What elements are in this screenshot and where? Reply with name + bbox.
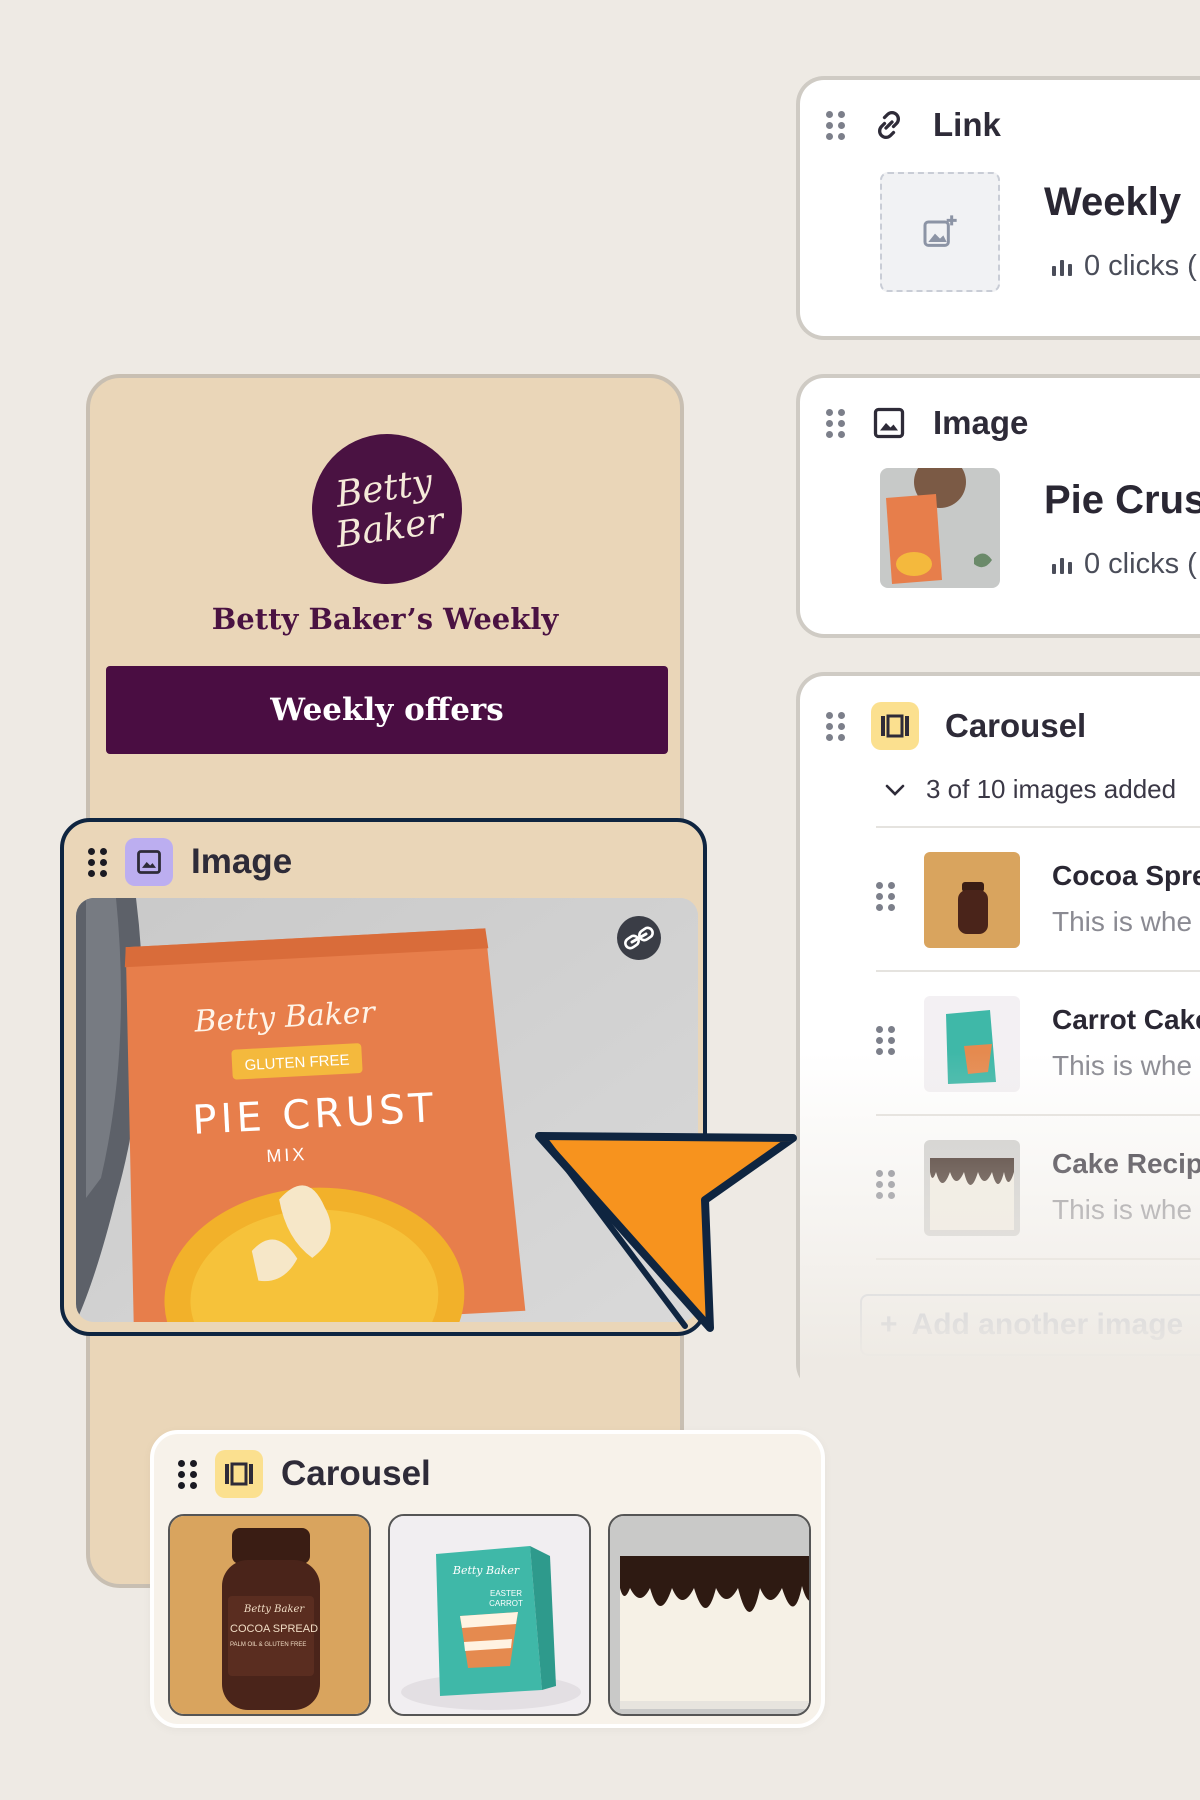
carousel-icon [871,702,919,750]
image-block-title: Image [191,842,293,881]
carousel-block-header: Carousel [178,1450,431,1498]
drag-handle-icon[interactable] [88,847,107,877]
drag-handle-icon[interactable] [826,408,845,438]
link-card-heading: Weekly [1044,180,1182,224]
drag-handle-icon[interactable] [178,1459,197,1489]
image-icon [873,407,905,439]
carousel-item-name: Cocoa Spre [1052,860,1200,891]
link-icon [878,111,900,139]
add-image-icon [923,215,957,247]
drag-handle-icon[interactable] [826,711,845,741]
profile-title: Betty Baker’s Weekly [211,602,559,636]
drag-handle-icon[interactable] [876,1026,895,1055]
carousel-block-title: Carousel [281,1454,431,1493]
image-card[interactable]: Image Pie Crus 0 clicks ( [796,374,1200,638]
carousel-item[interactable]: Carrot Cake This is whe [876,970,1200,1114]
cocoa-thumbnail [924,852,1020,948]
carousel-block[interactable]: Carousel Betty Baker COCOA SPREAD PALM O… [150,1430,825,1728]
pie-crust-thumbnail [880,468,1000,588]
chevron-down-icon [885,784,905,796]
carrot-label1: EASTER [490,1589,522,1598]
link-card-clicks-text: 0 clicks ( [1084,250,1197,282]
carousel-thumb-cocoa[interactable]: Betty Baker COCOA SPREAD PALM OIL & GLUT… [168,1514,371,1716]
weekly-offers-button[interactable]: Weekly offers [106,666,668,754]
image-card-header: Image [826,404,1028,442]
add-thumbnail-button[interactable] [880,172,1000,292]
carousel-item[interactable]: Cake Recip This is whe [876,1114,1200,1258]
carrot-label2: CARROT [489,1599,523,1608]
product-sub: MIX [266,1144,308,1166]
carousel-thumb-cake[interactable] [608,1514,811,1716]
carousel-item[interactable]: Cocoa Spre This is whe [876,826,1200,970]
carousel-item-name: Cake Recip [1052,1148,1200,1179]
add-another-image-button[interactable]: + Add another image [860,1294,1200,1356]
drag-handle-icon[interactable] [876,882,895,911]
bar-chart-icon [1052,259,1072,276]
image-card-clicks-text: 0 clicks ( [1084,548,1197,580]
image-card-clicks: 0 clicks ( [1050,548,1197,581]
link-card[interactable]: Link Weekly 0 clicks ( [796,76,1200,340]
list-divider [876,1258,1200,1260]
link-card-header: Link [826,106,1001,144]
cake-thumbnail [924,1140,1020,1236]
carousel-card-header: Carousel [826,702,1086,750]
carousel-card-title: Carousel [945,707,1087,744]
drag-handle-icon[interactable] [826,110,845,140]
carrot-brand: Betty Baker [452,1564,520,1577]
images-count-text: 3 of 10 images added [926,774,1177,804]
drag-handle-icon[interactable] [876,1170,895,1199]
cursor-arrow-icon [535,1132,797,1332]
image-block-header: Image [88,838,292,886]
link-card-title: Link [933,106,1001,143]
cocoa-brand: Betty Baker [243,1604,305,1615]
add-another-image-label: Add another image [911,1308,1184,1341]
carousel-thumbnails: Betty Baker COCOA SPREAD PALM OIL & GLUT… [168,1514,811,1716]
brand-logo: Betty Baker [302,424,472,594]
plus-icon: + [880,1308,898,1341]
carousel-item-desc: This is whe [1052,1050,1193,1081]
carousel-thumb-carrot[interactable]: Betty Baker EASTER CARROT [388,1514,591,1716]
carousel-item-name: Carrot Cake [1052,1004,1200,1035]
image-card-title: Image [933,404,1029,441]
cocoa-label: COCOA SPREAD [230,1623,318,1635]
link-card-clicks: 0 clicks ( [1050,250,1197,283]
images-count-toggle[interactable]: 3 of 10 images added [884,774,1176,805]
image-card-heading: Pie Crus [1044,478,1200,522]
carrot-cake-thumbnail [924,996,1020,1092]
cocoa-sub: PALM OIL & GLUTEN FREE [230,1642,306,1648]
bar-chart-icon [1052,557,1072,574]
carousel-icon [215,1450,263,1498]
carousel-item-desc: This is whe [1052,1194,1193,1225]
carousel-item-desc: This is whe [1052,906,1193,937]
image-icon [125,838,173,886]
carousel-card[interactable]: Carousel 3 of 10 images added Cocoa Spre… [796,672,1200,1392]
